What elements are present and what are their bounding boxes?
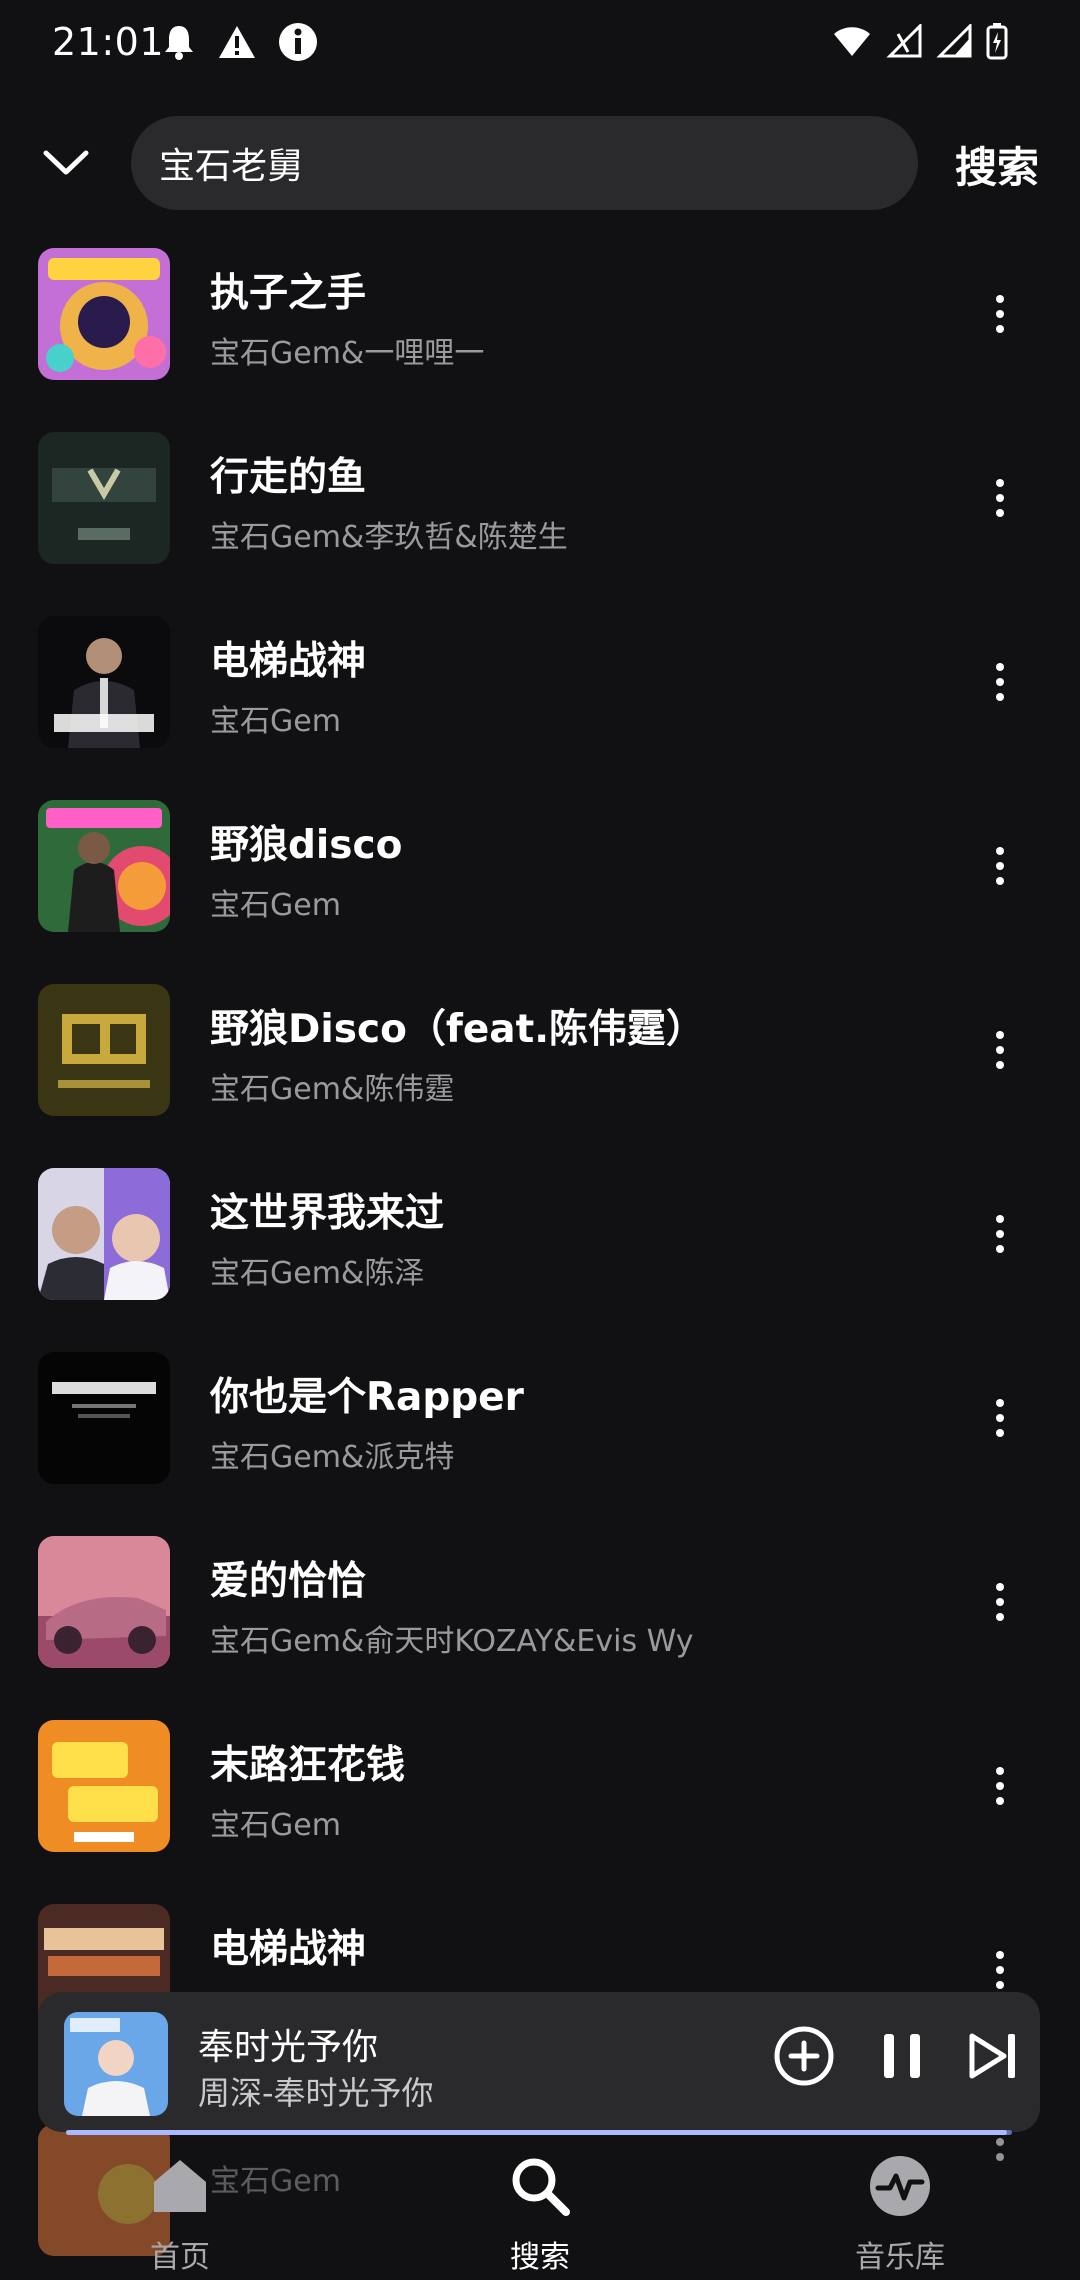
playback-progress-bar[interactable] [66,2130,1012,2135]
song-title: 爱的恰恰 [210,1559,367,1604]
song-row[interactable]: 野狼disco 宝石Gem [0,790,1080,974]
more-options-icon[interactable] [980,826,1020,906]
pause-button[interactable] [870,2024,934,2088]
screen: 21:01 宝石老舅 搜索 执子之手 宝石Gem&一哩哩一 行走的鱼 宝石Gem… [0,0,1080,2280]
album-cover [38,432,170,564]
album-cover [38,616,170,748]
nav-item-search[interactable]: 搜索 [440,2150,640,2280]
song-artist: 宝石Gem [210,704,341,739]
mini-player[interactable]: 奉时光予你 周深-奉时光予你 [38,1992,1040,2132]
wifi-icon [834,27,870,56]
nav-item-home[interactable]: 首页 [80,2150,280,2280]
search-icon [512,2158,570,2216]
info-icon [279,23,317,61]
song-title: 末路狂花钱 [210,1743,406,1788]
song-title: 行走的鱼 [210,455,367,500]
song-row[interactable]: 你也是个Rapper 宝石Gem&派克特 [0,1342,1080,1526]
song-title: 这世界我来过 [210,1191,445,1236]
more-options-icon[interactable] [980,458,1020,538]
album-cover [38,984,170,1116]
now-playing-cover [64,2012,168,2116]
nav-label-library: 音乐库 [855,2240,945,2275]
now-playing-title: 奉时光予你 [198,2027,379,2068]
pulse-library-icon [870,2156,930,2216]
battery-icon [986,23,1008,60]
album-cover [38,1536,170,1668]
more-options-icon[interactable] [980,1562,1020,1642]
song-artist: 宝石Gem&李玖哲&陈楚生 [210,520,568,555]
status-system-icons [832,22,1008,60]
song-row[interactable]: 野狼Disco（feat.陈伟霆） 宝石Gem&陈伟霆 [0,974,1080,1158]
more-options-icon[interactable] [980,1010,1020,1090]
song-artist: 宝石Gem [210,1808,341,1843]
bell-icon [165,26,193,60]
bottom-nav: 首页 搜索 音乐库 [0,2150,1080,2280]
song-artist: 宝石Gem&派克特 [210,1440,455,1475]
search-field[interactable] [131,116,918,210]
album-cover [38,1720,170,1852]
album-cover [38,1168,170,1300]
song-row[interactable]: 执子之手 宝石Gem&一哩哩一 [0,238,1080,422]
song-artist: 宝石Gem [210,888,341,923]
skip-next-icon [969,2033,1015,2079]
now-playing-subtitle: 周深-奉时光予你 [198,2074,434,2112]
home-icon [154,2160,206,2212]
add-to-playlist-button[interactable] [772,2024,836,2088]
song-artist: 宝石Gem&俞天时KOZAY&Evis Wy [210,1624,694,1659]
song-title: 你也是个Rapper [210,1375,524,1420]
more-options-icon[interactable] [980,1378,1020,1458]
pause-icon [884,2034,920,2078]
song-title: 野狼Disco（feat.陈伟霆） [210,1007,706,1052]
add-circle-icon [774,2026,834,2086]
nav-item-library[interactable]: 音乐库 [800,2150,1000,2280]
nav-label-search: 搜索 [510,2240,570,2275]
song-list: 执子之手 宝石Gem&一哩哩一 行走的鱼 宝石Gem&李玖哲&陈楚生 电梯战神 … [0,238,1080,2078]
search-input[interactable] [159,142,918,184]
status-bar: 21:01 [0,0,1080,92]
album-cover [38,1352,170,1484]
album-cover [38,800,170,932]
more-options-icon[interactable] [980,1746,1020,1826]
song-row[interactable]: 行走的鱼 宝石Gem&李玖哲&陈楚生 [0,422,1080,606]
next-track-button[interactable] [962,2024,1026,2088]
album-cover [38,248,170,380]
song-title: 电梯战神 [210,1927,367,1972]
song-title: 执子之手 [210,271,367,316]
search-header: 搜索 [0,110,1080,214]
status-time: 21:01 [52,20,165,64]
warning-icon [219,26,255,58]
search-submit-button[interactable]: 搜索 [955,134,1039,195]
song-artist: 宝石Gem&陈泽 [210,1256,425,1291]
cell-signal-icon [886,24,922,58]
song-row[interactable]: 这世界我来过 宝石Gem&陈泽 [0,1158,1080,1342]
status-notification-icons [162,22,318,62]
more-options-icon[interactable] [980,274,1020,354]
playback-progress-fill [66,2130,1008,2135]
song-row[interactable]: 末路狂花钱 宝石Gem [0,1710,1080,1894]
chevron-down-icon [43,150,89,175]
more-options-icon[interactable] [980,1194,1020,1274]
song-artist: 宝石Gem&一哩哩一 [210,336,485,371]
song-row[interactable]: 电梯战神 宝石Gem [0,606,1080,790]
cell-signal-2-icon [936,24,972,58]
song-artist: 宝石Gem&陈伟霆 [210,1072,455,1107]
song-title: 野狼disco [210,823,403,868]
more-options-icon[interactable] [980,642,1020,722]
nav-label-home: 首页 [150,2240,210,2275]
song-row[interactable]: 爱的恰恰 宝石Gem&俞天时KOZAY&Evis Wy [0,1526,1080,1710]
collapse-button[interactable] [34,132,98,192]
song-title: 电梯战神 [210,639,367,684]
